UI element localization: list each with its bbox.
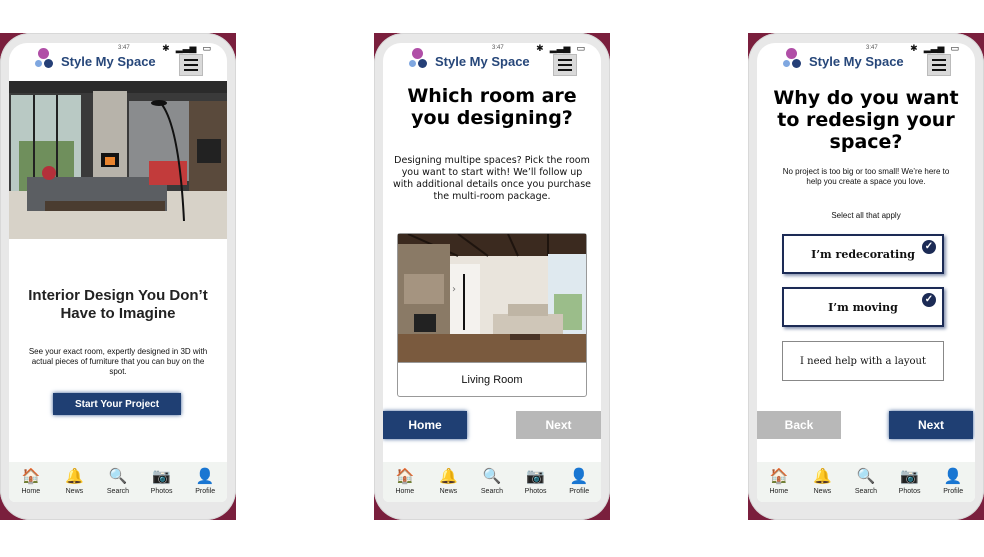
status-time: 3:47 xyxy=(118,45,130,51)
search-icon: 🔍 xyxy=(856,468,876,485)
bluetooth-icon: ✱ xyxy=(910,44,918,54)
menu-icon[interactable] xyxy=(179,54,203,76)
page-title: Which room are you designing? xyxy=(407,85,577,129)
battery-icon: ▭ xyxy=(202,44,211,54)
home-icon: 🏠 xyxy=(769,468,789,485)
brand-name: Style My Space xyxy=(61,54,156,69)
app-bar: Style My Space ✱ ▂▃▅ ▭ 3:47 xyxy=(9,43,227,76)
page-title: Interior Design You Don’t Have to Imagin… xyxy=(28,287,208,322)
nav-profile[interactable]: 👤 Profile xyxy=(187,468,223,496)
check-icon: ✓ xyxy=(922,293,936,307)
nav-photos[interactable]: 📷 Photos xyxy=(518,468,554,496)
nav-home[interactable]: 🏠 Home xyxy=(13,468,49,496)
select-hint: Select all that apply xyxy=(831,211,901,220)
nav-profile[interactable]: 👤 Profile xyxy=(935,468,971,496)
living-room-image: › xyxy=(398,234,586,362)
page-description: Designing multipe spaces? Pick the room … xyxy=(392,155,592,202)
bluetooth-icon: ✱ xyxy=(162,44,170,54)
nav-search[interactable]: 🔍 Search xyxy=(848,468,884,496)
bottom-nav: 🏠 Home 🔔 News 🔍 Search 📷 Photos 👤 Profile xyxy=(757,462,975,502)
signal-icon: ▂▃▅ xyxy=(923,44,945,54)
nav-search[interactable]: 🔍 Search xyxy=(474,468,510,496)
room-card-label: Living Room xyxy=(398,362,586,396)
phone-reason-screen: Style My Space ✱ ▂▃▅ ▭ 3:47 Why do you wan… xyxy=(748,33,984,520)
bell-icon: 🔔 xyxy=(439,468,458,485)
screen-room-select: Style My Space ✱ ▂▃▅ ▭ 3:47 Which room are… xyxy=(383,43,601,502)
battery-icon: ▭ xyxy=(576,44,585,54)
user-icon: 👤 xyxy=(569,468,589,485)
start-project-button[interactable]: Start Your Project xyxy=(53,393,181,415)
option-layout-help[interactable]: I need help with a layout xyxy=(782,341,944,381)
nav-home[interactable]: 🏠 Home xyxy=(387,468,423,496)
user-icon: 👤 xyxy=(943,468,963,485)
option-redecorating[interactable]: I’m redecorating ✓ xyxy=(782,234,944,274)
nav-profile[interactable]: 👤 Profile xyxy=(561,468,597,496)
nav-search[interactable]: 🔍 Search xyxy=(100,468,136,496)
status-bar: ✱ ▂▃▅ ▭ xyxy=(910,44,959,54)
signal-icon: ▂▃▅ xyxy=(549,44,571,54)
search-icon: 🔍 xyxy=(482,468,502,485)
battery-icon: ▭ xyxy=(950,44,959,54)
signal-icon: ▂▃▅ xyxy=(175,44,197,54)
page-title: Why do you want to redesign your space? xyxy=(773,87,959,153)
next-button-disabled[interactable]: Next xyxy=(516,411,601,439)
option-moving[interactable]: I’m moving ✓ xyxy=(782,287,944,327)
logo-icon xyxy=(409,48,433,70)
status-bar: ✱ ▂▃▅ ▭ xyxy=(162,44,211,54)
logo-icon xyxy=(783,48,807,70)
living-room-hero-image xyxy=(9,81,227,239)
next-button[interactable]: Next xyxy=(889,411,973,439)
camera-icon: 📷 xyxy=(900,468,919,485)
svg-text:›: › xyxy=(452,284,456,295)
menu-icon[interactable] xyxy=(553,54,577,76)
app-bar: Style My Space ✱ ▂▃▅ ▭ 3:47 xyxy=(757,43,975,76)
nav-news[interactable]: 🔔 News xyxy=(56,468,92,496)
home-button[interactable]: Home xyxy=(383,411,467,439)
nav-home[interactable]: 🏠 Home xyxy=(761,468,797,496)
option-label: I’m moving xyxy=(828,300,898,314)
nav-news[interactable]: 🔔 News xyxy=(804,468,840,496)
camera-icon: 📷 xyxy=(526,468,545,485)
status-bar: ✱ ▂▃▅ ▭ xyxy=(536,44,585,54)
page-description: See your exact room, expertly designed i… xyxy=(28,347,208,376)
phone-home-screen: Style My Space ✱ ▂▃▅ ▭ 3:47 Interior Des… xyxy=(0,33,236,520)
option-label: I’m redecorating xyxy=(811,247,915,261)
bottom-nav: 🏠 Home 🔔 News 🔍 Search 📷 Photos 👤 Profile xyxy=(383,462,601,502)
status-time: 3:47 xyxy=(866,45,878,51)
status-time: 3:47 xyxy=(492,45,504,51)
user-icon: 👤 xyxy=(195,468,215,485)
phone-room-screen: Style My Space ✱ ▂▃▅ ▭ 3:47 Which room are… xyxy=(374,33,610,520)
nav-news[interactable]: 🔔 News xyxy=(430,468,466,496)
home-icon: 🏠 xyxy=(395,468,415,485)
nav-photos[interactable]: 📷 Photos xyxy=(892,468,928,496)
option-label: I need help with a layout xyxy=(800,355,926,367)
app-bar: Style My Space ✱ ▂▃▅ ▭ 3:47 xyxy=(383,43,601,76)
menu-icon[interactable] xyxy=(927,54,951,76)
screen-home: Style My Space ✱ ▂▃▅ ▭ 3:47 Interior Des… xyxy=(9,43,227,502)
nav-photos[interactable]: 📷 Photos xyxy=(144,468,180,496)
page-description: No project is too big or too small! We’r… xyxy=(782,167,950,186)
home-icon: 🏠 xyxy=(21,468,41,485)
check-icon: ✓ xyxy=(922,240,936,254)
bottom-nav: 🏠 Home 🔔 News 🔍 Search 📷 Photos 👤 Profile xyxy=(9,462,227,502)
camera-icon: 📷 xyxy=(152,468,171,485)
room-card-living-room[interactable]: › Living Room xyxy=(397,233,587,397)
brand-name: Style My Space xyxy=(809,54,904,69)
bell-icon: 🔔 xyxy=(813,468,832,485)
bluetooth-icon: ✱ xyxy=(536,44,544,54)
brand-name: Style My Space xyxy=(435,54,530,69)
bell-icon: 🔔 xyxy=(65,468,84,485)
search-icon: 🔍 xyxy=(108,468,128,485)
logo-icon xyxy=(35,48,59,70)
screen-reason-select: Style My Space ✱ ▂▃▅ ▭ 3:47 Why do you wan… xyxy=(757,43,975,502)
back-button[interactable]: Back xyxy=(757,411,841,439)
